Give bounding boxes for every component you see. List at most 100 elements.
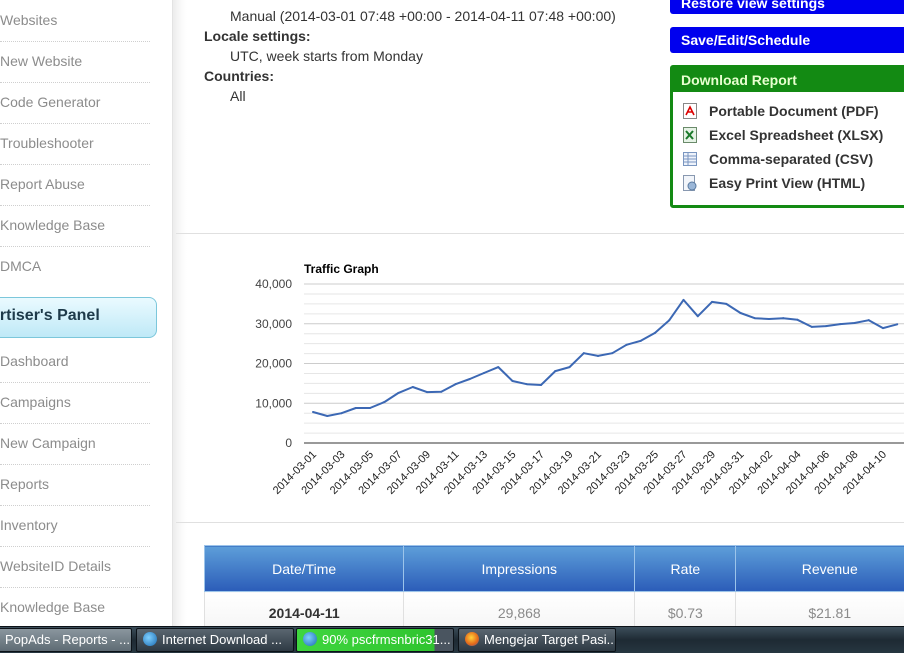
sidebar-item-reports[interactable]: Reports <box>0 464 150 506</box>
sidebar-item-knowledge-base-2[interactable]: Knowledge Base <box>0 587 150 628</box>
advertiser-panel-header: ertiser's Panel <box>0 297 157 338</box>
y-tick-label: 30,000 <box>255 317 292 331</box>
data-point[interactable] <box>497 366 499 368</box>
idm-download-icon <box>303 632 317 646</box>
download-pdf-link[interactable]: Portable Document (PDF) <box>683 103 879 123</box>
countries-label: Countries: <box>204 68 274 84</box>
data-point[interactable] <box>369 407 371 409</box>
data-point[interactable] <box>469 378 471 380</box>
restore-view-settings-button[interactable]: Restore view settings <box>670 0 904 14</box>
data-point[interactable] <box>526 383 528 385</box>
section-divider-bottom <box>176 522 904 523</box>
y-tick-label: 20,000 <box>255 357 292 371</box>
data-point[interactable] <box>355 407 357 409</box>
download-html-label: Easy Print View (HTML) <box>709 175 865 191</box>
save-edit-schedule-button[interactable]: Save/Edit/Schedule <box>670 27 904 53</box>
data-point[interactable] <box>554 370 556 372</box>
data-point[interactable] <box>455 383 457 385</box>
data-point[interactable] <box>583 352 585 354</box>
data-point[interactable] <box>668 319 670 321</box>
data-point[interactable] <box>882 327 884 329</box>
sidebar-item-dmca[interactable]: DMCA <box>0 246 150 287</box>
advertiser-panel-title: ertiser's Panel <box>0 307 100 325</box>
data-point[interactable] <box>782 317 784 319</box>
data-point[interactable] <box>825 325 827 327</box>
data-point[interactable] <box>697 315 699 317</box>
data-point[interactable] <box>896 323 898 325</box>
column-header-impressions[interactable]: Impressions <box>404 546 635 592</box>
data-point[interactable] <box>611 352 613 354</box>
data-point[interactable] <box>740 312 742 314</box>
download-csv-link[interactable]: Comma-separated (CSV) <box>683 151 873 171</box>
report-table: Date/Time Impressions Rate Revenue 2014-… <box>204 545 904 635</box>
taskbar-item-idm[interactable]: Internet Download ... <box>136 628 294 652</box>
data-point[interactable] <box>640 340 642 342</box>
sidebar-item-dashboard[interactable]: Dashboard <box>0 341 150 383</box>
download-report-title: Download Report <box>673 68 904 92</box>
data-point[interactable] <box>512 380 514 382</box>
data-point[interactable] <box>483 372 485 374</box>
traffic-graph: Traffic Graph 010,00020,00030,00040,000 … <box>240 255 904 520</box>
data-point[interactable] <box>326 415 328 417</box>
download-xlsx-label: Excel Spreadsheet (XLSX) <box>709 127 883 143</box>
y-tick-label: 0 <box>285 436 292 450</box>
data-point[interactable] <box>540 384 542 386</box>
data-point[interactable] <box>312 411 314 413</box>
sidebar-item-new-campaign[interactable]: New Campaign <box>0 423 150 465</box>
sidebar-item-knowledge-base[interactable]: Knowledge Base <box>0 205 150 247</box>
y-tick-label: 10,000 <box>255 396 292 410</box>
sidebar-item-campaigns[interactable]: Campaigns <box>0 382 150 424</box>
taskbar-item-idm-label: Internet Download ... <box>162 632 282 647</box>
taskbar-item-firefox-label: Mengejar Target Pasi... <box>484 632 616 647</box>
data-point[interactable] <box>868 319 870 321</box>
data-point[interactable] <box>768 318 770 320</box>
data-point[interactable] <box>654 332 656 334</box>
data-point[interactable] <box>426 391 428 393</box>
download-csv-label: Comma-separated (CSV) <box>709 151 873 167</box>
column-header-datetime[interactable]: Date/Time <box>205 546 404 592</box>
data-point[interactable] <box>383 401 385 403</box>
data-point[interactable] <box>440 391 442 393</box>
column-header-rate[interactable]: Rate <box>635 546 736 592</box>
data-point[interactable] <box>569 366 571 368</box>
data-point[interactable] <box>711 301 713 303</box>
data-point[interactable] <box>725 303 727 305</box>
data-point[interactable] <box>811 326 813 328</box>
download-xlsx-link[interactable]: Excel Spreadsheet (XLSX) <box>683 127 883 147</box>
countries-value: All <box>230 88 246 104</box>
taskbar-item-download-label: 90% pscfrmsnbric31... <box>322 632 451 647</box>
data-point[interactable] <box>754 317 756 319</box>
download-html-link[interactable]: Easy Print View (HTML) <box>683 175 865 195</box>
locale-value: UTC, week starts from Monday <box>230 48 423 64</box>
taskbar-item-firefox[interactable]: Mengejar Target Pasi... <box>458 628 616 652</box>
sidebar-item-code-generator[interactable]: Code Generator <box>0 82 150 124</box>
data-point[interactable] <box>412 386 414 388</box>
data-point[interactable] <box>839 323 841 325</box>
data-point[interactable] <box>398 392 400 394</box>
sidebar-item-websites[interactable]: Websites <box>0 0 150 42</box>
sidebar-item-report-abuse[interactable]: Report Abuse <box>0 164 150 206</box>
data-point[interactable] <box>626 344 628 346</box>
data-point[interactable] <box>597 355 599 357</box>
table-header-row: Date/Time Impressions Rate Revenue <box>205 546 904 592</box>
taskbar-item-popads[interactable]: PopAds - Reports - ... <box>0 628 132 652</box>
data-point[interactable] <box>854 322 856 324</box>
data-point[interactable] <box>797 319 799 321</box>
column-header-revenue[interactable]: Revenue <box>736 546 904 592</box>
sidebar-item-new-website[interactable]: New Website <box>0 41 150 83</box>
locale-label: Locale settings: <box>204 28 311 44</box>
sidebar-item-troubleshooter[interactable]: Troubleshooter <box>0 123 150 165</box>
sidebar: Websites New Website Code Generator Trou… <box>0 0 172 626</box>
idm-icon <box>143 632 157 646</box>
data-point[interactable] <box>341 412 343 414</box>
firefox-icon <box>465 632 479 646</box>
series-line-impressions <box>313 300 897 416</box>
date-range-value: Manual (2014-03-01 07:48 +00:00 - 2014-0… <box>230 8 616 24</box>
sidebar-item-inventory[interactable]: Inventory <box>0 505 150 547</box>
excel-icon <box>683 127 697 143</box>
sidebar-divider <box>172 0 187 626</box>
sidebar-item-websiteid-details[interactable]: WebsiteID Details <box>0 546 150 588</box>
taskbar-item-download-progress[interactable]: 90% pscfrmsnbric31... <box>296 628 454 652</box>
download-pdf-label: Portable Document (PDF) <box>709 103 879 119</box>
data-point[interactable] <box>683 299 685 301</box>
